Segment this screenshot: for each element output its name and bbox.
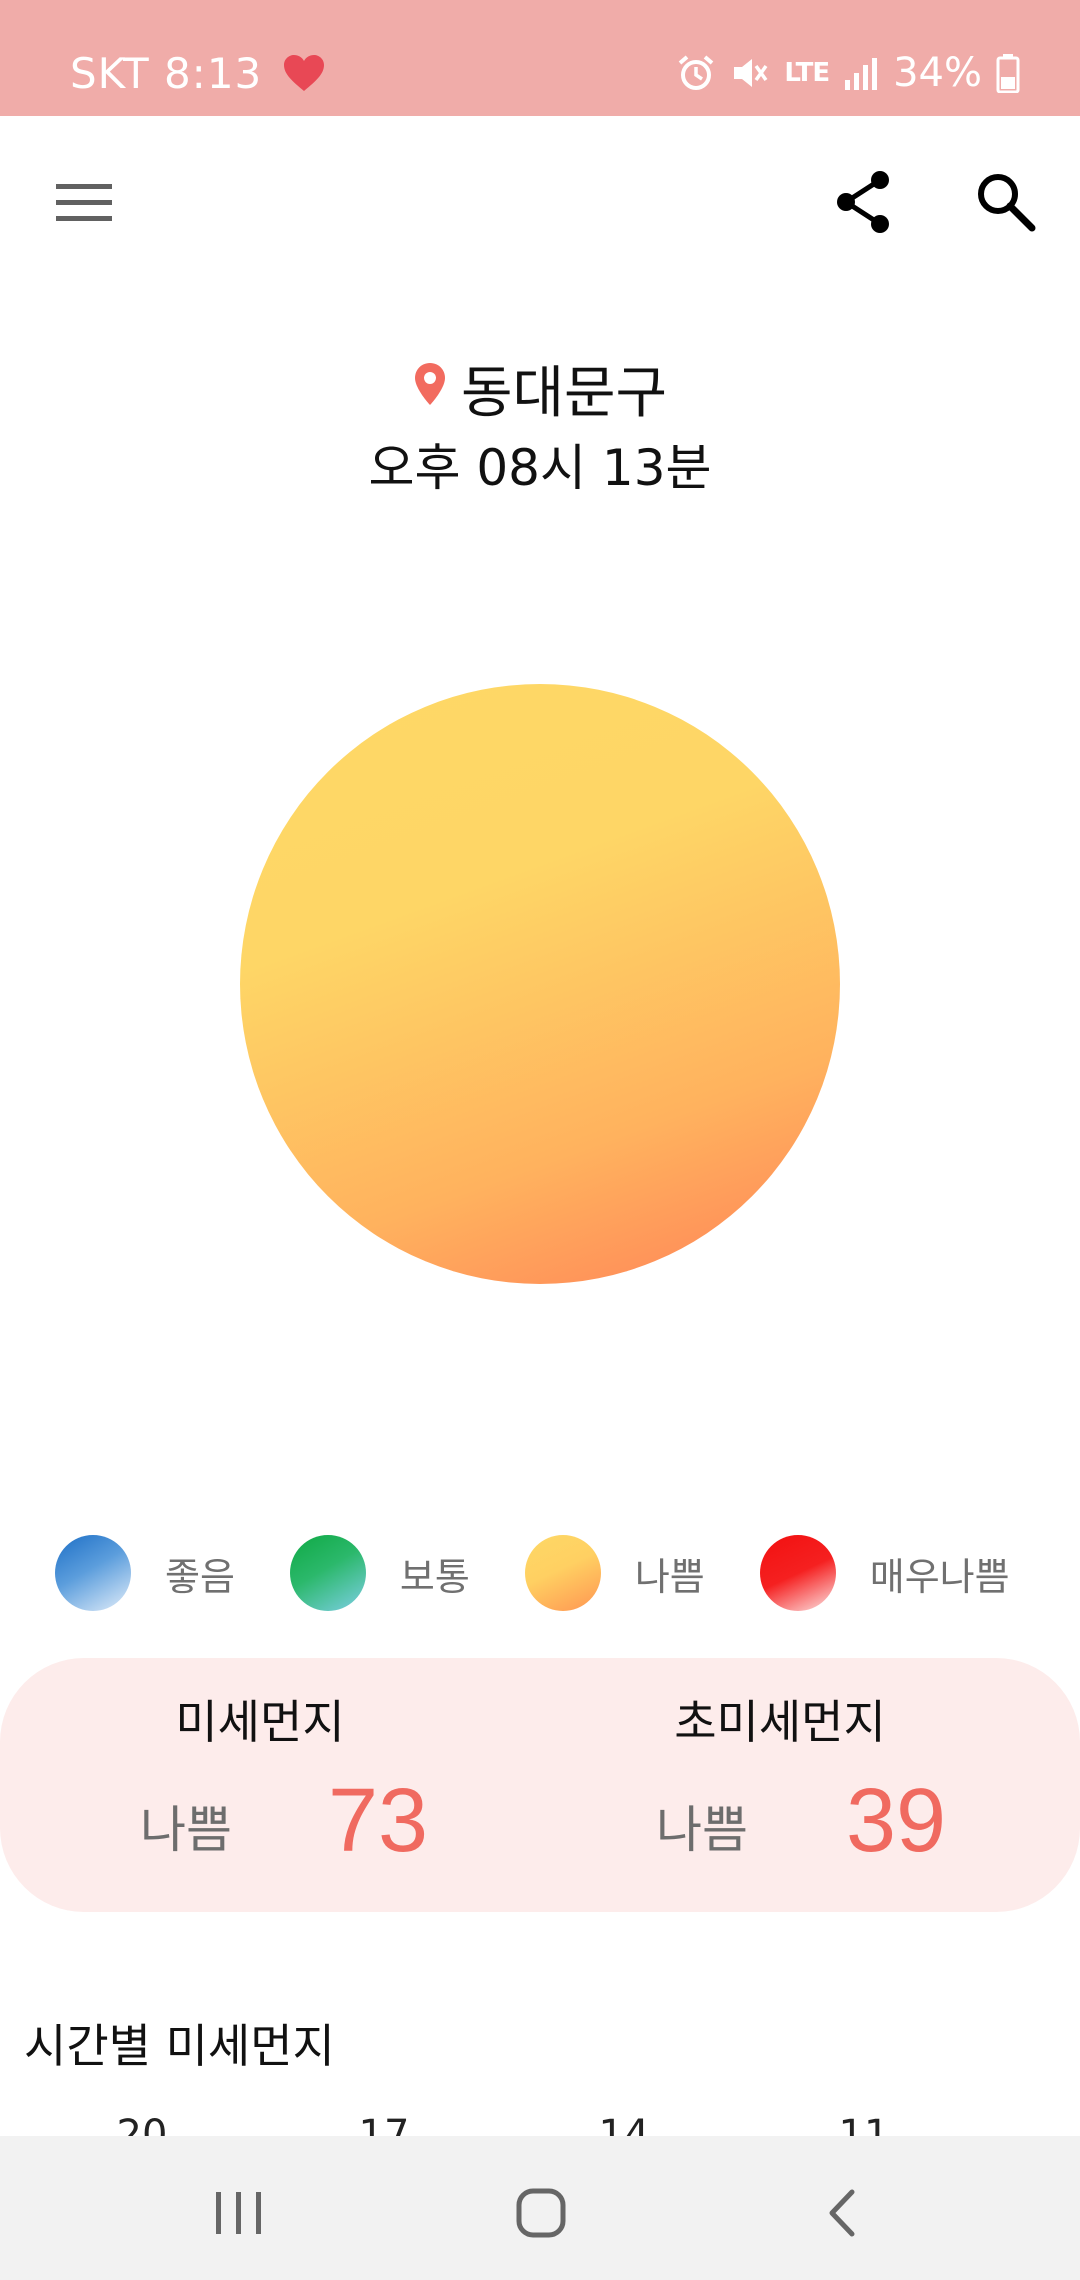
network-type: LTE (784, 58, 830, 88)
legend-dot-good (55, 1535, 131, 1611)
status-right: LTE 34% (676, 38, 1020, 108)
status-left: SKT 8:13 (70, 38, 326, 108)
legend-item-bad: 나쁨 (524, 1535, 705, 1611)
location-name: 동대문구 (460, 361, 668, 426)
legend-label-good: 좋음 (165, 1554, 235, 1599)
status-bar: SKT 8:13 LTE 34% (0, 0, 1080, 116)
battery-icon (996, 53, 1020, 93)
carrier-time: SKT 8:13 (70, 48, 263, 98)
legend-item-very-bad: 매우나쁨 (759, 1535, 1010, 1611)
air-quality-circle (240, 684, 840, 1284)
alarm-icon (676, 53, 716, 93)
pm25-title: 초미세먼지 (674, 1695, 886, 1749)
legend-label-bad: 나쁨 (634, 1554, 705, 1599)
legend-label-normal: 보통 (399, 1554, 470, 1599)
app-screen: SKT 8:13 LTE 34% 동대문구 오후 08시 13분 좋음 보통 나… (0, 0, 1080, 2280)
share-icon[interactable] (828, 166, 900, 238)
legend-item-good: 좋음 (55, 1535, 235, 1611)
summary-card: 미세먼지 나쁨 73 초미세먼지 나쁨 39 (0, 1658, 1080, 1912)
search-icon[interactable] (970, 166, 1042, 238)
legend-dot-normal (289, 1535, 366, 1611)
battery-percent: 34% (893, 50, 982, 96)
pm10-section[interactable]: 미세먼지 나쁨 73 (20, 1658, 560, 1912)
pm25-section[interactable]: 초미세먼지 나쁨 39 (520, 1658, 1060, 1912)
menu-icon[interactable] (48, 166, 120, 238)
measured-time: 오후 08시 13분 (368, 439, 712, 497)
legend-item-normal: 보통 (289, 1535, 470, 1611)
legend-dot-bad (524, 1535, 601, 1611)
app-bar (0, 116, 1080, 284)
pm10-title: 미세먼지 (175, 1695, 345, 1749)
pm25-value: 39 (846, 1771, 947, 1871)
mute-icon (730, 53, 770, 93)
signal-icon (843, 56, 879, 90)
hourly-title: 시간별 미세먼지 (24, 2019, 335, 2073)
location-pin-icon (413, 356, 447, 421)
recent-apps-icon[interactable] (204, 2178, 274, 2248)
pm25-grade: 나쁨 (656, 1801, 748, 1859)
heart-icon (282, 53, 326, 93)
pm10-value: 73 (328, 1771, 429, 1871)
legend-dot-very-bad (759, 1535, 836, 1611)
legend-label-very-bad: 매우나쁨 (869, 1554, 1010, 1599)
location-row[interactable]: 동대문구 (0, 348, 1080, 429)
navigation-bar (0, 2136, 1080, 2280)
legend: 좋음 보통 나쁨 매우나쁨 (55, 1535, 1045, 1611)
home-icon[interactable] (506, 2178, 576, 2248)
pm10-grade: 나쁨 (140, 1801, 232, 1859)
back-icon[interactable] (808, 2178, 878, 2248)
